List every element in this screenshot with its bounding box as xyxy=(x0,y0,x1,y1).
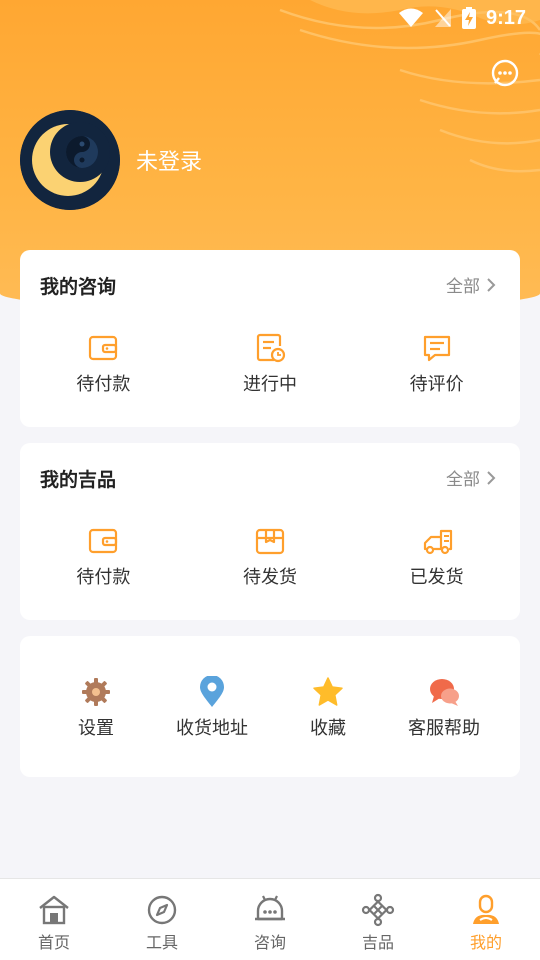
chevron-right-icon xyxy=(487,470,496,485)
user-icon xyxy=(473,894,499,924)
bottom-tab-bar: 首页 工具 咨询 吉品 我的 xyxy=(0,878,540,960)
tab-goods[interactable]: 吉品 xyxy=(324,879,432,960)
view-all-label: 全部 xyxy=(446,277,480,297)
tab-home[interactable]: 首页 xyxy=(0,879,108,960)
consult-in-progress[interactable]: 进行中 xyxy=(187,332,354,396)
location-pin-icon xyxy=(200,676,224,707)
goods-pending-payment[interactable]: 待付款 xyxy=(20,525,187,589)
tab-label: 首页 xyxy=(37,933,70,952)
truck-icon xyxy=(423,529,452,555)
gear-icon xyxy=(82,678,110,706)
my-consult-card: 我的咨询 全部 待付款 进行中 待评价 xyxy=(20,250,520,427)
item-label: 进行中 xyxy=(243,374,297,395)
consult-pending-review[interactable]: 待评价 xyxy=(353,332,520,396)
item-label: 收藏 xyxy=(310,718,346,739)
services-card: 设置 收货地址 收藏 客服帮助 xyxy=(20,636,520,777)
address-button[interactable]: 收货地址 xyxy=(154,676,270,740)
compass-icon xyxy=(147,895,177,925)
customer-service-button[interactable]: 客服帮助 xyxy=(386,676,502,740)
battery-charging-icon xyxy=(461,7,476,29)
chevron-right-icon xyxy=(487,277,496,292)
card-title: 我的吉品 xyxy=(40,469,117,491)
item-label: 已发货 xyxy=(409,567,464,588)
view-all-label: 全部 xyxy=(446,470,480,490)
comment-icon xyxy=(423,335,450,362)
consult-pending-payment[interactable]: 待付款 xyxy=(20,332,187,396)
status-bar: 9:17 xyxy=(0,0,540,36)
item-label: 客服帮助 xyxy=(408,718,480,739)
goods-pending-shipment[interactable]: 待发货 xyxy=(187,525,354,589)
document-clock-icon xyxy=(256,333,286,363)
card-title: 我的咨询 xyxy=(40,276,117,298)
wallet-icon xyxy=(89,528,118,554)
tab-label: 工具 xyxy=(145,933,178,952)
tab-label: 咨询 xyxy=(253,933,286,952)
knot-icon xyxy=(361,893,395,927)
settings-button[interactable]: 设置 xyxy=(38,676,154,740)
view-all-link[interactable]: 全部 xyxy=(446,465,496,490)
star-icon xyxy=(313,677,343,706)
view-all-link[interactable]: 全部 xyxy=(446,272,496,297)
no-signal-icon xyxy=(434,9,451,27)
yin-yang-moon-icon xyxy=(20,110,120,210)
login-status[interactable]: 未登录 xyxy=(136,144,202,176)
status-time: 9:17 xyxy=(485,6,526,29)
home-icon xyxy=(39,895,69,925)
tab-mine[interactable]: 我的 xyxy=(432,879,540,960)
consult-icon xyxy=(255,895,285,921)
avatar[interactable] xyxy=(20,110,120,210)
tab-tools[interactable]: 工具 xyxy=(108,879,216,960)
wifi-icon xyxy=(398,8,423,27)
tab-consult[interactable]: 咨询 xyxy=(216,879,324,960)
tab-label: 吉品 xyxy=(361,933,394,952)
my-goods-card: 我的吉品 全部 待付款 待发货 已发货 xyxy=(20,443,520,620)
item-label: 待评价 xyxy=(409,374,464,395)
item-label: 待发货 xyxy=(243,567,297,588)
chat-bubbles-icon xyxy=(430,679,459,706)
item-label: 待付款 xyxy=(76,567,131,588)
box-icon xyxy=(255,528,285,555)
favorites-button[interactable]: 收藏 xyxy=(270,676,386,740)
wallet-icon xyxy=(89,335,118,361)
item-label: 待付款 xyxy=(76,374,131,395)
tab-label: 我的 xyxy=(469,933,502,952)
item-label: 设置 xyxy=(78,718,114,739)
goods-shipped[interactable]: 已发货 xyxy=(353,525,520,589)
message-icon[interactable] xyxy=(490,58,520,88)
item-label: 收货地址 xyxy=(176,718,248,739)
